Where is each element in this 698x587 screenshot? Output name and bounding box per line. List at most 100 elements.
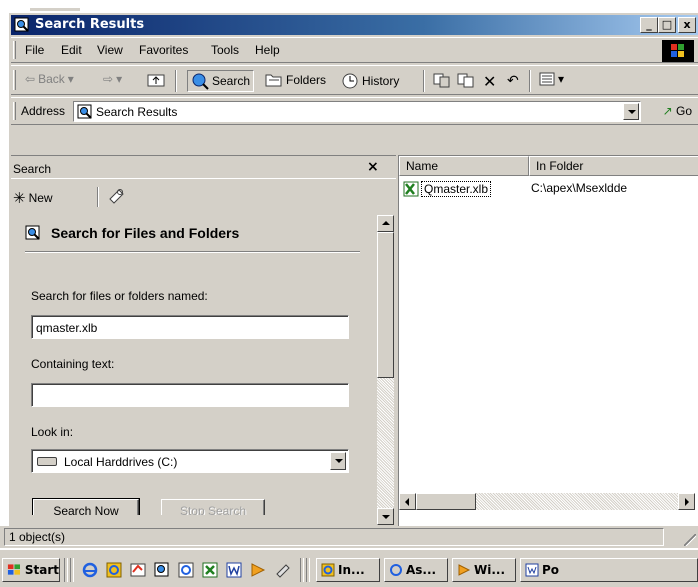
start-button[interactable]: Start	[2, 558, 60, 582]
search-pane: Search × ✳ New Search for Files and Fold…	[11, 155, 396, 545]
delete-icon: ✕	[483, 74, 497, 91]
menu-grip[interactable]	[13, 41, 16, 59]
look-in-select[interactable]: Local Harddrives (C:)	[31, 449, 349, 473]
menu-help[interactable]: Help	[255, 43, 280, 57]
hscroll-thumb[interactable]	[416, 493, 476, 510]
toolbar-grip[interactable]	[13, 70, 16, 90]
browser-quicklaunch-icon[interactable]	[178, 562, 194, 578]
containing-text-input[interactable]	[31, 383, 349, 407]
search-window-icon	[14, 17, 29, 32]
menu-view[interactable]: View	[97, 43, 123, 57]
scroll-left-button[interactable]	[399, 493, 416, 510]
desktop: Search Results _ □ x File Edit View Favo…	[0, 0, 698, 587]
excel-quicklaunch-icon[interactable]	[202, 562, 218, 578]
address-dropdown-button[interactable]	[623, 103, 639, 120]
task-icon-4	[525, 563, 539, 577]
desktop-quicklaunch-icon[interactable]	[130, 562, 146, 578]
maximize-button[interactable]: □	[658, 17, 676, 33]
go-button[interactable]: ↗ Go	[663, 104, 692, 118]
task-label-4: Po	[542, 563, 560, 577]
outlook-quicklaunch-icon[interactable]	[106, 562, 122, 578]
look-in-label: Look in:	[31, 425, 74, 439]
new-search-label: New	[28, 191, 53, 205]
taskbar: Start In... As... Wi... Po	[0, 549, 698, 587]
heading-divider	[25, 251, 360, 253]
address-grip[interactable]	[13, 102, 16, 120]
new-search-icon: ✳	[13, 190, 26, 207]
windows-logo-icon	[662, 40, 694, 62]
look-in-dropdown-button[interactable]	[330, 452, 346, 470]
back-button[interactable]: ⇦ Back ▾	[25, 72, 74, 86]
move-to-button[interactable]	[433, 72, 451, 88]
filename-input[interactable]: qmaster.xlb	[31, 315, 349, 339]
task-button-2[interactable]: As...	[384, 558, 448, 582]
filename-label: Search for files or folders named:	[31, 289, 208, 303]
scroll-down-button[interactable]	[377, 508, 394, 525]
word-quicklaunch-icon[interactable]	[226, 562, 242, 578]
ie-quicklaunch-icon[interactable]	[82, 562, 98, 578]
scroll-right-button[interactable]	[678, 493, 695, 510]
powerpoint-quicklaunch-icon[interactable]	[250, 562, 266, 578]
minimize-button[interactable]: _	[640, 17, 658, 33]
task-icon-2	[390, 564, 402, 576]
desktop-strip	[0, 0, 698, 12]
task-button-4[interactable]: Po	[520, 558, 698, 582]
back-label: Back	[38, 72, 65, 86]
task-icon-1	[321, 563, 335, 577]
menu-file[interactable]: File	[25, 43, 44, 57]
task-label-3: Wi...	[474, 563, 506, 577]
status-text: 1 object(s)	[9, 530, 66, 544]
result-row[interactable]: Qmaster.xlb C:\apex\Msexldde	[403, 180, 627, 198]
menu-bar: File Edit View Favorites Tools Help	[11, 37, 698, 63]
address-input[interactable]: Search Results	[73, 101, 641, 122]
history-button[interactable]: History	[341, 72, 399, 90]
copy-to-button[interactable]	[457, 72, 475, 88]
up-folder-button[interactable]	[147, 72, 165, 88]
search-quicklaunch-icon[interactable]	[154, 562, 170, 578]
folders-icon	[265, 74, 282, 87]
folders-button[interactable]: Folders	[265, 72, 326, 88]
views-button[interactable]: ▾	[539, 72, 564, 86]
search-pane-header: Search ×	[11, 155, 396, 179]
windows-flag-icon	[7, 564, 21, 575]
results-hscrollbar[interactable]	[399, 493, 695, 510]
tool-quicklaunch-icon[interactable]	[274, 562, 290, 578]
scroll-thumb[interactable]	[377, 232, 394, 378]
forward-dropdown-icon: ▾	[116, 72, 123, 86]
task-button-3[interactable]: Wi...	[452, 558, 516, 582]
search-form-title: Search for Files and Folders	[51, 225, 240, 241]
address-value: Search Results	[96, 105, 178, 119]
title-bar[interactable]: Search Results _ □ x	[11, 15, 698, 35]
close-button[interactable]: x	[678, 17, 696, 33]
search-pane-scrollbar[interactable]	[377, 215, 394, 525]
column-header-name[interactable]: Name	[399, 156, 529, 176]
task-button-1[interactable]: In...	[316, 558, 380, 582]
folders-label: Folders	[286, 73, 327, 87]
taskbar-separator-3	[300, 558, 304, 582]
back-dropdown-icon: ▾	[67, 72, 74, 86]
search-options-icon[interactable]	[107, 187, 127, 205]
search-button[interactable]: Search	[187, 70, 255, 92]
delete-button[interactable]: ✕	[483, 72, 496, 92]
go-arrow-icon: ↗	[662, 104, 673, 118]
search-pane-close-button[interactable]: ×	[367, 159, 379, 175]
views-dropdown-icon: ▾	[558, 72, 565, 86]
column-header-in-folder[interactable]: In Folder	[529, 156, 698, 176]
address-label: Address	[21, 104, 66, 118]
toolbar-separator	[175, 70, 177, 92]
menu-favorites[interactable]: Favorites	[139, 43, 188, 57]
forward-arrow-icon: ⇨	[103, 72, 114, 86]
scroll-up-button[interactable]	[377, 215, 394, 232]
undo-button[interactable]: ↶	[507, 72, 519, 89]
result-folder: C:\apex\Msexldde	[531, 181, 628, 195]
resize-grip[interactable]	[684, 534, 696, 546]
search-now-button[interactable]: Search Now	[32, 498, 140, 515]
search-label: Search	[212, 74, 251, 88]
stop-search-button[interactable]: Stop Search	[161, 499, 265, 515]
result-filename: Qmaster.xlb	[421, 181, 492, 197]
move-to-icon	[433, 73, 450, 88]
menu-tools[interactable]: Tools	[211, 43, 239, 57]
menu-edit[interactable]: Edit	[61, 43, 82, 57]
forward-button[interactable]: ⇨ ▾	[103, 72, 122, 86]
new-search-button[interactable]: ✳ New	[13, 189, 53, 207]
